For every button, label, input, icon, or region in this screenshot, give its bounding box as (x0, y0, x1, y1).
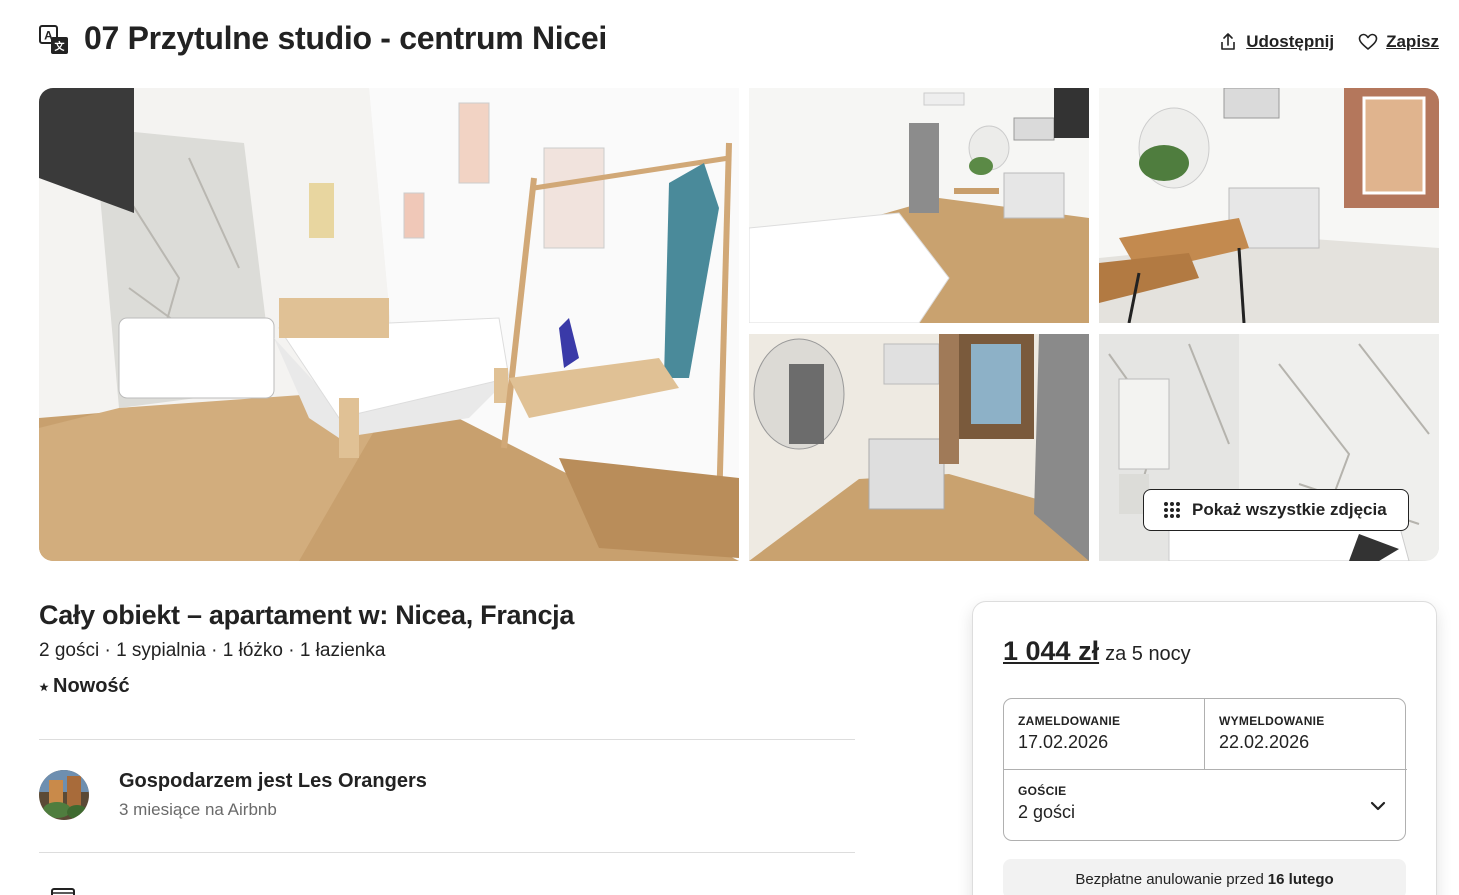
new-badge: Nowość (39, 675, 130, 698)
guests-value: 2 gości (1018, 802, 1076, 822)
price-row: 1 044 zł za 5 nocy (1003, 636, 1191, 667)
grid-dots-icon (1164, 502, 1180, 518)
listing-meta: 2 gości · 1 sypialnia · 1 łóżko · 1 łazi… (39, 640, 386, 661)
booking-card: 1 044 zł za 5 nocy ZAMELDOWANIE 17.02.20… (972, 601, 1437, 895)
host-tenure: 3 miesiące na Airbnb (119, 800, 277, 819)
chevron-down-icon (1370, 801, 1386, 811)
divider (39, 739, 855, 740)
dates-and-guests-box: ZAMELDOWANIE 17.02.2026 WYMELDOWANIE 22.… (1003, 698, 1407, 842)
cancel-prefix: Bezpłatne anulowanie przed (1075, 870, 1264, 888)
guests-label: GOŚCIE (1018, 784, 1067, 798)
host-name: Gospodarzem jest Les Orangers (119, 770, 427, 792)
save-label: Zapisz (1386, 32, 1439, 51)
save-button[interactable]: Zapisz (1358, 32, 1439, 52)
listing-type-title: Cały obiekt – apartament w: Nicea, Franc… (39, 600, 575, 630)
page-title: 07 Przytulne studio - centrum Nicei (84, 20, 607, 56)
share-button[interactable]: Udostępnij (1218, 32, 1334, 52)
divider (39, 852, 855, 853)
photo-entry-kitchenette[interactable] (749, 334, 1089, 561)
door-icon (51, 888, 75, 895)
title-row: A 文 07 Przytulne studio - centrum Nicei … (39, 18, 1439, 62)
cancel-date: 16 lutego (1267, 870, 1334, 888)
photo-main-bedroom[interactable] (39, 88, 739, 561)
share-icon (1221, 33, 1236, 50)
checkout-field[interactable]: WYMELDOWANIE 22.02.2026 (1205, 699, 1407, 770)
checkin-label: ZAMELDOWANIE (1018, 714, 1121, 728)
checkin-value: 17.02.2026 (1018, 732, 1109, 752)
guests-select[interactable]: GOŚCIE 2 gości (1004, 770, 1407, 842)
show-all-photos-button[interactable]: Pokaż wszystkie zdjęcia (1143, 489, 1409, 531)
checkout-value: 22.02.2026 (1219, 732, 1310, 752)
total-price[interactable]: 1 044 zł (1003, 636, 1099, 667)
free-cancellation-note: Bezpłatne anulowanie przed 16 lutego (1003, 859, 1406, 895)
new-badge-label: Nowość (53, 675, 130, 697)
host-avatar[interactable] (39, 770, 89, 820)
translate-icon[interactable]: A 文 (39, 25, 69, 55)
checkin-field[interactable]: ZAMELDOWANIE 17.02.2026 (1004, 699, 1205, 770)
heart-icon (1358, 33, 1378, 50)
star-icon (39, 682, 49, 691)
share-label: Udostępnij (1246, 32, 1335, 51)
checkout-label: WYMELDOWANIE (1219, 714, 1325, 728)
svg-text:文: 文 (55, 40, 66, 53)
show-all-photos-label: Pokaż wszystkie zdjęcia (1192, 500, 1387, 519)
header-actions: Udostępnij Zapisz (1218, 32, 1439, 52)
price-period: za 5 nocy (1105, 643, 1191, 665)
photo-kitchen-table[interactable] (1099, 88, 1439, 323)
photo-studio-overview[interactable] (749, 88, 1089, 323)
